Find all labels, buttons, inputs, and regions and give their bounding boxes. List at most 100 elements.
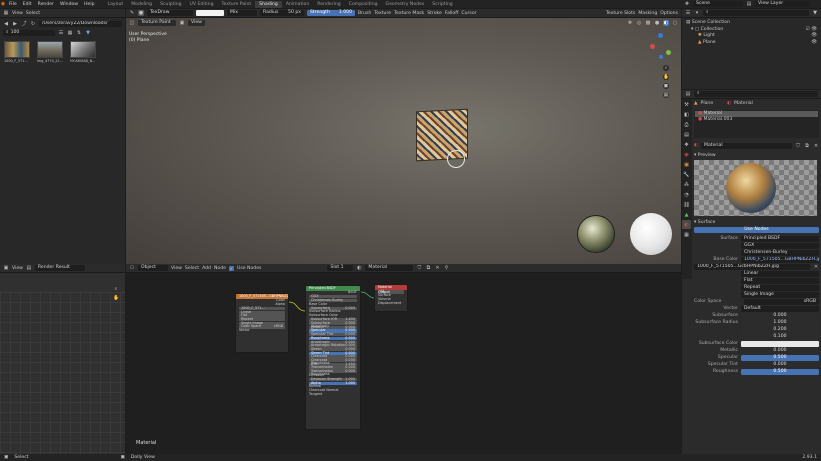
source-select[interactable]: Single Image [741, 291, 819, 298]
outliner-filter-dropdown-icon[interactable]: ▾ [694, 10, 700, 16]
sort-icon[interactable]: ⇅ [76, 30, 82, 36]
specular-value[interactable]: 0.500 [741, 354, 819, 361]
file-thumb-2[interactable]: img_4770_21... [37, 41, 63, 63]
subsurface-method-select[interactable]: Christensen-Burley [741, 249, 819, 256]
texture-mask-menu[interactable]: Texture Mask [394, 11, 424, 16]
texture-slots-menu[interactable]: Texture Slots [606, 11, 635, 16]
image-pan-icon[interactable]: ✋ [113, 295, 119, 301]
image-file-field[interactable]: 1000_F_571505...GcbHPNibZZH.jpg [694, 263, 810, 270]
menu-file[interactable]: File [6, 2, 20, 7]
brush-tool-icon[interactable]: ✎ [129, 10, 135, 16]
image-browse-icon[interactable]: ▤ [26, 265, 32, 271]
tab-compositing[interactable]: Compositing [345, 1, 382, 8]
material-copy-icon[interactable]: ⧉ [804, 143, 810, 149]
strength-slider[interactable]: Strength 1.000 [307, 10, 355, 16]
properties-search[interactable]: ⌕ [694, 91, 818, 97]
gizmo-toggle-icon[interactable]: ✥ [627, 20, 633, 26]
interpolation-select[interactable]: Linear [741, 270, 819, 277]
blend-mode-select[interactable]: Mix [227, 10, 257, 16]
menu-edit[interactable]: Edit [20, 2, 35, 7]
tab-physics-icon[interactable]: ◔ [682, 190, 691, 199]
preview-panel-header[interactable]: ▾ Preview [694, 153, 819, 158]
overlay-toggle-icon[interactable]: ◎ [636, 20, 642, 26]
tab-texture-paint[interactable]: Texture Paint [218, 1, 256, 8]
path-field[interactable]: /Users/zeravy22/Downloads/ [39, 20, 122, 27]
brush-menu[interactable]: Brush [358, 11, 371, 16]
ortho-icon[interactable]: ▦ [663, 92, 669, 98]
projection-select[interactable]: Flat [741, 277, 819, 284]
brush-preview-icon[interactable]: ● [138, 10, 144, 16]
base-color-link[interactable]: 1000_F_571505...GBHPNibZZH.jpg [741, 256, 819, 263]
zoom-icon[interactable]: ⌕ [663, 65, 669, 71]
navigation-gizmo[interactable] [648, 33, 674, 59]
viewport-editor-icon[interactable]: ◫ [129, 20, 135, 26]
subsurface-radius-y[interactable]: 0.200 [741, 326, 819, 333]
outliner-search[interactable]: ⌕ [703, 10, 809, 16]
viewport-3d[interactable]: ◫ Texture Paint ▣ View ✥ ◎ ▩ ● ◐ ○ User … [126, 18, 681, 264]
back-icon[interactable]: ◀ [3, 21, 9, 27]
material-unlink-icon[interactable]: ✕ [813, 143, 819, 149]
radius-slider[interactable]: Radius 50 px [260, 10, 304, 16]
material-preview[interactable] [694, 160, 817, 216]
forward-icon[interactable]: ▶ [12, 21, 18, 27]
tab-tool-icon[interactable]: ⚒ [682, 100, 691, 109]
tab-material-icon[interactable]: ◐ [682, 220, 691, 229]
outliner-icon[interactable]: ☰ [685, 10, 691, 16]
tab-render-icon[interactable]: ◧ [682, 110, 691, 119]
material-fake-user-icon[interactable]: ⛉ [795, 143, 801, 149]
outliner-filter-icon[interactable]: ▼ [812, 10, 818, 16]
image-unlink-icon[interactable]: ✕ [813, 264, 819, 270]
masking-menu[interactable]: Masking [638, 11, 657, 16]
search-input[interactable]: ⌕ 100 [3, 29, 55, 36]
tab-world-icon[interactable]: ◉ [682, 150, 691, 159]
color-space-select[interactable]: sRGB [744, 298, 819, 305]
fb-select-menu[interactable]: Select [26, 11, 40, 16]
tab-scripting[interactable]: Scripting [428, 1, 456, 8]
subsurface-radius-z[interactable]: 0.100 [741, 333, 819, 340]
specular-tint-value[interactable]: 0.000 [741, 361, 819, 368]
slot-material-003[interactable]: ● Material.003 [695, 117, 818, 123]
viewport-view-menu[interactable]: View [188, 19, 205, 26]
falloff-menu[interactable]: Falloff [445, 11, 459, 16]
tab-geometry-nodes[interactable]: Geometry Nodes [382, 1, 429, 8]
vector-field[interactable]: Default [741, 305, 819, 312]
tab-constraints-icon[interactable]: ⛓ [682, 200, 691, 209]
mode-select[interactable]: Texture Paint [138, 19, 176, 26]
tab-output-icon[interactable]: ⎙ [682, 120, 691, 129]
tab-uv-editing[interactable]: UV Editing [186, 1, 218, 8]
camera-icon[interactable]: ◼ [663, 83, 669, 89]
subsurface-color-swatch[interactable] [741, 340, 819, 347]
surface-panel-header[interactable]: ▾ Surface [694, 220, 819, 225]
surface-shader-field[interactable]: Principled BSDF [741, 235, 819, 242]
use-nodes-button[interactable]: Use Nodes [694, 227, 819, 233]
distribution-select[interactable]: GGX [741, 242, 819, 249]
bsdf-input-row[interactable]: Tangent [306, 392, 360, 397]
image-select[interactable]: Render Result [34, 265, 85, 271]
menu-window[interactable]: Window [57, 2, 81, 7]
parent-dir-icon[interactable]: ⤴ [21, 21, 27, 27]
node-editor[interactable]: ⎔ Object View Select Add Node ✓ Use Node… [126, 264, 681, 454]
node-image-texture[interactable]: 1000_F_571505...GBHPNibZZH.jpg Color Alp… [235, 293, 289, 353]
node-material-output[interactable]: Material Output All Surface Volume Displ… [374, 284, 408, 312]
image-editor-icon[interactable]: ▣ [3, 265, 9, 271]
socket-vector-in[interactable]: Vector [236, 328, 288, 333]
socket-displacement-in[interactable]: Displacement [375, 301, 407, 306]
material-name-field[interactable]: Material [701, 142, 792, 149]
scene-field[interactable]: Scene [693, 1, 743, 7]
fb-view-menu[interactable]: View [12, 11, 23, 16]
tab-view-layer-icon[interactable]: ▤ [682, 130, 691, 139]
display-grid-icon[interactable]: ▦ [67, 30, 73, 36]
roughness-value[interactable]: 0.500 [741, 368, 819, 375]
tab-animation[interactable]: Animation [282, 1, 313, 8]
node-principled-bsdf[interactable]: Principled BSDF BSDF GGX Christensen-Bur… [305, 285, 361, 430]
metallic-value[interactable]: 0.000 [741, 347, 819, 354]
brush-color-swatch[interactable] [196, 10, 224, 16]
menu-render[interactable]: Render [35, 2, 57, 7]
shading-rendered-icon[interactable]: ○ [672, 20, 678, 26]
shading-material-icon[interactable]: ◐ [663, 19, 669, 26]
menu-help[interactable]: Help [81, 2, 97, 7]
xray-icon[interactable]: ▩ [645, 20, 651, 26]
shading-solid-icon[interactable]: ● [654, 20, 660, 26]
tab-layout[interactable]: Layout [104, 1, 128, 8]
tab-rendering[interactable]: Rendering [313, 1, 344, 8]
